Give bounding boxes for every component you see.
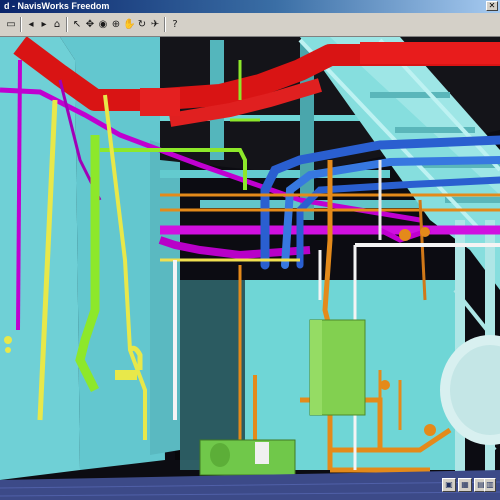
pan-icon[interactable]: ✋	[123, 17, 135, 32]
pipe-fitting	[115, 370, 137, 380]
toolbar-separator	[20, 17, 22, 32]
back-icon[interactable]: ◂	[25, 17, 37, 32]
pipe-fitting	[5, 347, 11, 353]
water-heater-highlight	[310, 320, 322, 415]
duct-fitting	[140, 88, 180, 116]
forward-icon[interactable]: ▸	[38, 17, 50, 32]
zoom-icon[interactable]: ⊕	[110, 17, 122, 32]
toolbar-separator	[164, 17, 166, 32]
fly-icon[interactable]: ✈	[149, 17, 161, 32]
home-icon[interactable]: ⌂	[51, 17, 63, 32]
pump-motor-label	[255, 442, 269, 464]
pipe-fitting	[4, 336, 12, 344]
look-icon[interactable]: ◉	[97, 17, 109, 32]
valve	[399, 229, 411, 241]
valve	[380, 380, 390, 390]
valve	[424, 424, 436, 436]
app-window: d - NavisWorks Freedom ✕ ▭ ◂ ▸ ⌂ ↖ ✥ ◉ ⊕…	[0, 0, 500, 500]
3d-viewport[interactable]	[0, 37, 500, 500]
status-bar: ▣ ▦ ▤ ▥	[380, 476, 498, 496]
duct-red-upper	[360, 42, 500, 64]
toolbar: ▭ ◂ ▸ ⌂ ↖ ✥ ◉ ⊕ ✋ ↻ ✈ ?	[0, 13, 500, 37]
orbit-icon[interactable]: ↻	[136, 17, 148, 32]
select-icon[interactable]: ↖	[71, 17, 83, 32]
status-view-icon[interactable]: ▣	[442, 478, 456, 492]
status-grid-icon[interactable]: ▦	[458, 478, 472, 492]
title-bar: d - NavisWorks Freedom ✕	[0, 0, 500, 13]
walk-icon[interactable]: ✥	[84, 17, 96, 32]
pump-motor	[210, 443, 230, 467]
toolbar-separator	[66, 17, 68, 32]
window-title: d - NavisWorks Freedom	[4, 1, 110, 11]
model-scene	[0, 37, 500, 500]
valve	[420, 227, 430, 237]
pipe-magenta	[16, 59, 22, 331]
help-icon[interactable]: ?	[169, 17, 181, 32]
close-icon[interactable]: ✕	[486, 1, 498, 11]
status-info-icon[interactable]: ▥	[484, 478, 496, 492]
open-icon[interactable]: ▭	[4, 17, 18, 32]
